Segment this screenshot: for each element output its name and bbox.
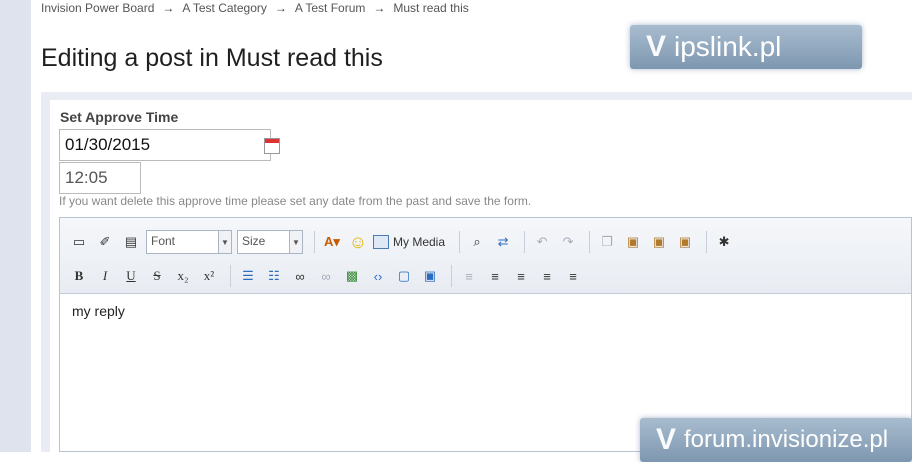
copy-icon[interactable]: ❐ xyxy=(596,231,618,253)
strikethrough-button[interactable]: S xyxy=(146,265,168,287)
form-panel-inner: Set Approve Time 01/30/2015 12:05 If you… xyxy=(50,100,912,452)
breadcrumb-separator: → xyxy=(274,1,287,15)
underline-button[interactable]: U xyxy=(120,265,142,287)
breadcrumb-category[interactable]: A Test Category xyxy=(182,1,267,15)
my-media-label: My Media xyxy=(393,235,446,249)
breadcrumb: Invision Power Board → A Test Category → A T… xyxy=(41,1,469,15)
source-icon[interactable]: ▭ xyxy=(68,231,90,253)
show-blocks-icon[interactable]: ▤ xyxy=(120,231,142,253)
page-title: Editing a post in Must read this xyxy=(41,44,383,72)
font-select-value: Font xyxy=(151,234,176,248)
italic-button[interactable]: I xyxy=(94,265,116,287)
toolbar-divider xyxy=(589,231,591,253)
size-select-value: Size xyxy=(242,234,266,248)
bullet-list-icon[interactable]: ☰ xyxy=(237,265,259,287)
toolbar-divider xyxy=(230,265,231,287)
size-select[interactable]: Size ▼ xyxy=(237,230,303,254)
align-right-icon[interactable]: ≡ xyxy=(562,265,584,287)
redo-icon[interactable]: ↷ xyxy=(557,231,579,253)
approve-time-label: Set Approve Time xyxy=(60,109,179,125)
editor-content[interactable]: my reply xyxy=(72,303,125,319)
image-icon[interactable]: ▩ xyxy=(341,265,363,287)
watermark-logo-top: V ipslink.pl xyxy=(630,25,862,69)
special-icon[interactable]: ▣ xyxy=(419,265,441,287)
link-icon[interactable]: ∞ xyxy=(289,265,311,287)
breadcrumb-forum[interactable]: A Test Forum xyxy=(295,1,365,15)
font-select[interactable]: Font ▼ xyxy=(146,230,232,254)
paste-icon[interactable]: ▣ xyxy=(622,231,644,253)
breadcrumb-separator: → xyxy=(373,1,386,15)
indent-left-icon[interactable]: ≡ xyxy=(458,265,480,287)
chevron-down-icon: ▼ xyxy=(289,231,302,253)
toolbar-divider xyxy=(314,231,315,253)
toolbar-row-2: B I U S x₂ x² ☰ ☷ ∞ ∞ ▩ ‹› ▢ ▣ ≡ ≡ ≡ ≡ ≡ xyxy=(68,263,588,289)
toolbar-row-1: ▭ ✐ ▤ Font ▼ Size ▼ A▾ ☺ My Media ⌕ ⇄ ↶ … xyxy=(68,229,739,255)
watermark-v-icon: V xyxy=(646,30,667,63)
replace-icon[interactable]: ⇄ xyxy=(492,231,514,253)
toolbar-divider xyxy=(459,231,461,253)
watermark-logo-bottom: V forum.invisionize.pl xyxy=(640,418,912,462)
toolbar-divider xyxy=(451,265,452,287)
numbered-list-icon[interactable]: ☷ xyxy=(263,265,285,287)
calendar-icon[interactable] xyxy=(264,138,280,154)
editor-toolbar: ▭ ✐ ▤ Font ▼ Size ▼ A▾ ☺ My Media ⌕ ⇄ ↶ … xyxy=(60,218,911,294)
subscript-button[interactable]: x₂ xyxy=(172,265,194,287)
superscript-button[interactable]: x² xyxy=(198,265,220,287)
spellcheck-icon[interactable]: ✱ xyxy=(713,231,735,253)
breadcrumb-separator: → xyxy=(162,1,175,15)
toolbar-divider xyxy=(524,231,526,253)
paste-word-icon[interactable]: ▣ xyxy=(674,231,696,253)
text-color-icon[interactable]: A▾ xyxy=(321,231,343,253)
approve-time-input[interactable]: 12:05 xyxy=(59,162,141,194)
chevron-down-icon: ▼ xyxy=(218,231,231,253)
media-icon xyxy=(373,235,389,249)
left-gutter xyxy=(0,0,31,452)
my-media-button[interactable]: My Media xyxy=(373,235,445,249)
post-editor: ▭ ✐ ▤ Font ▼ Size ▼ A▾ ☺ My Media ⌕ ⇄ ↶ … xyxy=(59,217,912,452)
remove-format-icon[interactable]: ✐ xyxy=(94,231,116,253)
approve-time-hint: If you want delete this approve time ple… xyxy=(59,194,532,208)
unlink-icon[interactable]: ∞ xyxy=(315,265,337,287)
bold-button[interactable]: B xyxy=(68,265,90,287)
quote-icon[interactable]: ▢ xyxy=(393,265,415,287)
align-center-icon[interactable]: ≡ xyxy=(510,265,532,287)
watermark-text: ipslink.pl xyxy=(674,31,782,62)
emoticon-icon[interactable]: ☺ xyxy=(347,231,369,253)
align-left-icon[interactable]: ≡ xyxy=(484,265,506,287)
breadcrumb-home[interactable]: Invision Power Board xyxy=(41,1,154,15)
watermark-text: forum.invisionize.pl xyxy=(684,426,889,453)
toolbar-divider xyxy=(706,231,708,253)
align-justify-icon[interactable]: ≡ xyxy=(536,265,558,287)
form-panel: Set Approve Time 01/30/2015 12:05 If you… xyxy=(41,92,912,452)
approve-date-input[interactable]: 01/30/2015 xyxy=(59,129,271,161)
paste-text-icon[interactable]: ▣ xyxy=(648,231,670,253)
undo-icon[interactable]: ↶ xyxy=(531,231,553,253)
find-icon[interactable]: ⌕ xyxy=(466,231,488,253)
code-icon[interactable]: ‹› xyxy=(367,265,389,287)
breadcrumb-topic[interactable]: Must read this xyxy=(393,1,468,15)
